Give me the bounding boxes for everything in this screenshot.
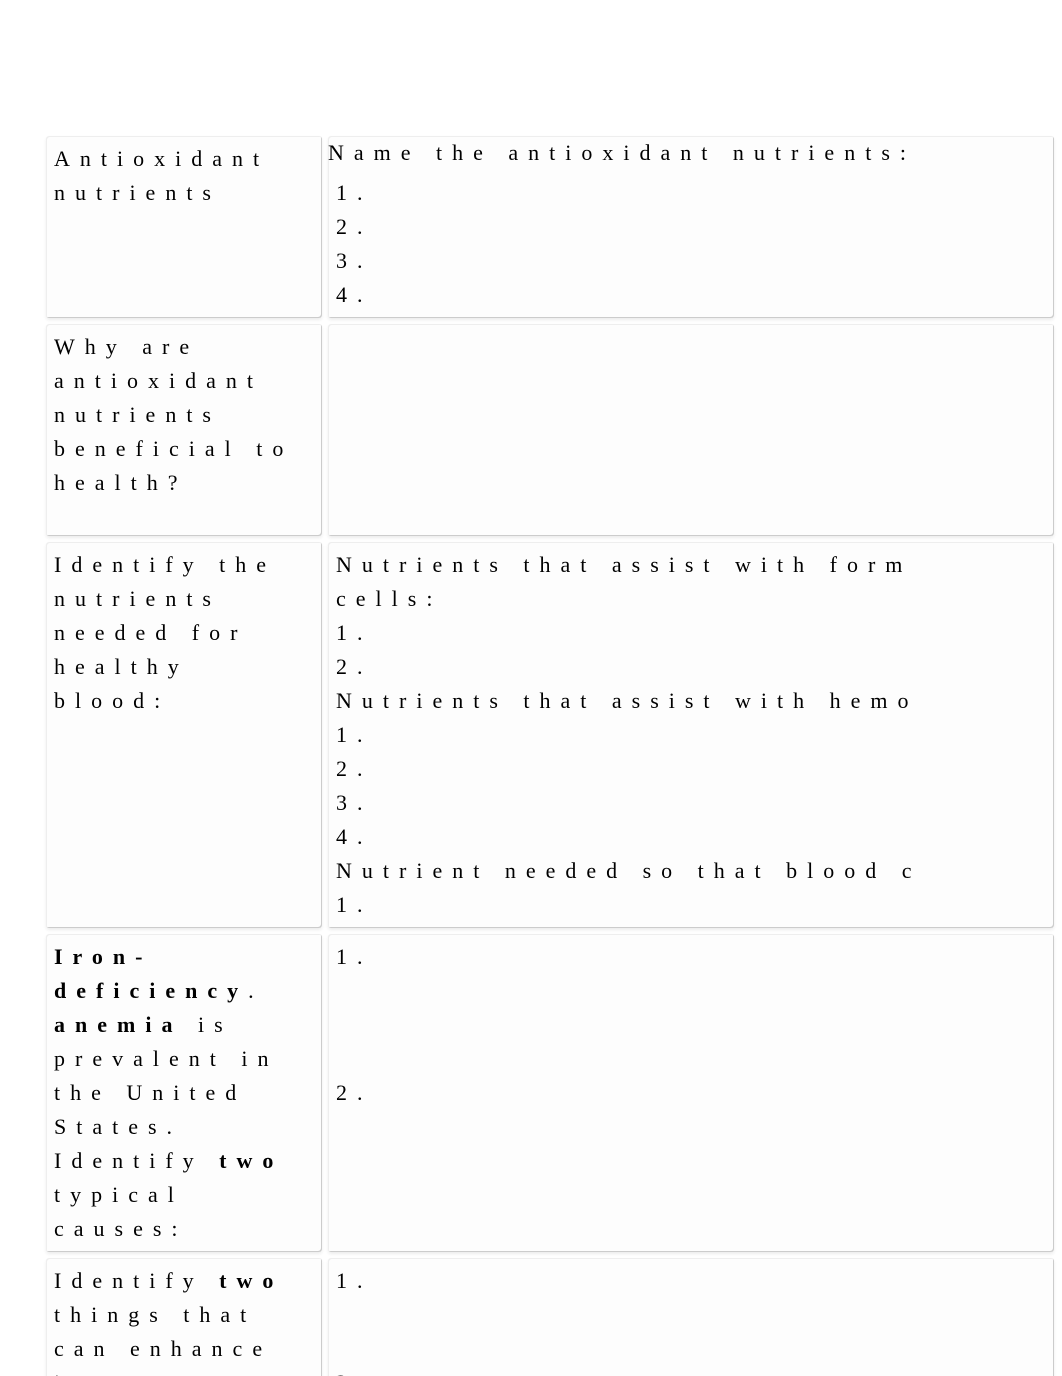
answer-line: 2.: [336, 210, 1046, 244]
prompt-text: Why are antioxidant nutrients beneficial…: [54, 330, 314, 500]
answer-line: 2.: [336, 1076, 1046, 1110]
prompt-cell: Identify the nutrients needed for health…: [46, 542, 322, 928]
table-row: Identify two things that can enhance iro…: [46, 1258, 1054, 1376]
answer-line: 2.: [336, 752, 1046, 786]
text-segment: things that can enhance iron absorption:: [54, 1302, 272, 1376]
answer-line: 1.: [336, 1264, 1046, 1298]
table-row: Iron-deficiency. anemia is prevalent in …: [46, 934, 1054, 1252]
answer-heading: Name the antioxidant nutrients:: [328, 136, 916, 170]
answer-line: 1.: [336, 176, 1046, 210]
answer-cell: 1. 2.: [328, 934, 1054, 1252]
answer-line: 1.: [336, 616, 1046, 650]
worksheet-table: Antioxidant nutrients Name the antioxida…: [40, 130, 1060, 1376]
prompt-cell: Identify two things that can enhance iro…: [46, 1258, 322, 1376]
answer-subheading: Nutrients that assist with form: [336, 548, 1046, 582]
answer-line: 2.: [336, 650, 1046, 684]
table-row: Why are antioxidant nutrients beneficial…: [46, 324, 1054, 536]
answer-line: 4.: [336, 278, 1046, 312]
text-segment: Identify: [54, 1268, 219, 1293]
bold-segment: anemia: [54, 1012, 182, 1037]
answer-cell: Nutrients that assist with form cells: 1…: [328, 542, 1054, 928]
bold-segment: Iron-deficiency: [54, 944, 248, 1003]
answer-cell: [328, 324, 1054, 536]
text-segment: .: [248, 978, 264, 1003]
prompt-cell: Why are antioxidant nutrients beneficial…: [46, 324, 322, 536]
answer-sublabel: cells:: [336, 582, 1046, 616]
prompt-text: Iron-deficiency. anemia is prevalent in …: [54, 940, 314, 1246]
answer-line: 4.: [336, 820, 1046, 854]
answer-line: 1.: [336, 888, 1046, 922]
answer-line: 3.: [336, 786, 1046, 820]
answer-cell: 1. 2.: [328, 1258, 1054, 1376]
answer-line: 3.: [336, 244, 1046, 278]
answer-subheading: Nutrient needed so that blood c: [336, 854, 1046, 888]
prompt-cell: Antioxidant nutrients: [46, 136, 322, 318]
text-segment: typical causes:: [54, 1182, 188, 1241]
prompt-text: Identify the nutrients needed for health…: [54, 548, 314, 718]
bold-segment: two: [219, 1148, 283, 1173]
bold-segment: two: [219, 1268, 283, 1293]
prompt-text: Antioxidant nutrients: [54, 142, 314, 210]
answer-line: 1.: [336, 940, 1046, 974]
answer-cell: Name the antioxidant nutrients: Name the…: [328, 136, 1054, 318]
prompt-text: Identify two things that can enhance iro…: [54, 1264, 314, 1376]
answer-line: 1.: [336, 718, 1046, 752]
table-row: Identify the nutrients needed for health…: [46, 542, 1054, 928]
table-row: Antioxidant nutrients Name the antioxida…: [46, 136, 1054, 318]
prompt-cell: Iron-deficiency. anemia is prevalent in …: [46, 934, 322, 1252]
answer-line: 2.: [336, 1366, 1046, 1376]
answer-subheading: Nutrients that assist with hemo: [336, 684, 1046, 718]
answer-blank: [336, 334, 352, 359]
